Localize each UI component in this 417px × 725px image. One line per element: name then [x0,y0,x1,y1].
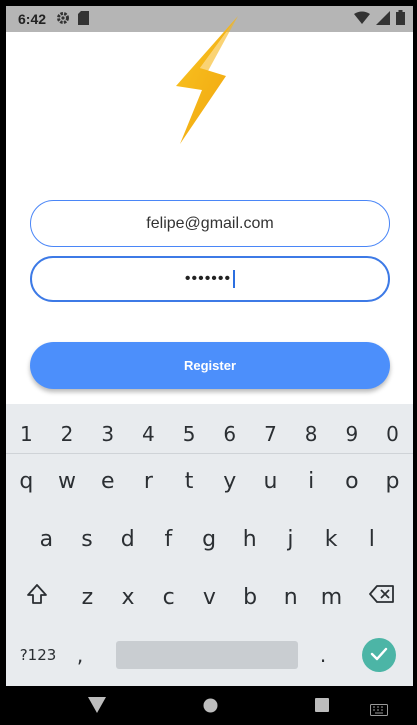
key-u[interactable]: u [250,469,291,494]
keyboard-row-4: ?123 , . [6,630,413,680]
key-l[interactable]: l [352,527,393,552]
key-h[interactable]: h [229,527,270,552]
key-c[interactable]: c [148,585,189,610]
key-x[interactable]: x [108,585,149,610]
key-m[interactable]: m [311,585,352,610]
key-s[interactable]: s [67,527,108,552]
home-icon[interactable] [203,698,218,718]
signal-icon [376,10,390,28]
keyboard-switch-icon[interactable] [370,703,388,721]
soft-keyboard: 1 2 3 4 5 6 7 8 9 0 q w e r t y u i o p … [6,404,413,686]
register-button[interactable]: Register [30,342,390,389]
key-w[interactable]: w [47,469,88,494]
system-navigation-bar [6,686,413,725]
key-p[interactable]: p [372,469,413,494]
key-j[interactable]: j [270,527,311,552]
email-value: felipe@gmail.com [146,214,274,232]
back-icon[interactable] [88,697,106,718]
key-t[interactable]: t [169,469,210,494]
key-r[interactable]: r [128,469,169,494]
period-key[interactable]: . [298,643,348,667]
key-9[interactable]: 9 [332,422,373,446]
key-e[interactable]: e [87,469,128,494]
symbols-key[interactable]: ?123 [6,646,70,664]
key-g[interactable]: g [189,527,230,552]
device-screen: 6:42 felipe@gmail.com ••••••• Register 1… [6,6,413,725]
enter-key[interactable] [362,638,396,672]
key-i[interactable]: i [291,469,332,494]
keyboard-row-1: q w e r t y u i o p [6,456,413,506]
key-k[interactable]: k [311,527,352,552]
check-icon [370,646,388,665]
key-v[interactable]: v [189,585,230,610]
key-8[interactable]: 8 [291,422,332,446]
key-d[interactable]: d [107,527,148,552]
text-cursor [233,270,236,288]
key-n[interactable]: n [270,585,311,610]
status-time: 6:42 [18,11,47,27]
shift-icon [26,583,48,611]
lightning-logo-icon [176,16,244,144]
register-button-label: Register [183,358,237,373]
overview-icon[interactable] [315,698,329,717]
backspace-icon [369,584,395,610]
keyboard-number-row: 1 2 3 4 5 6 7 8 9 0 [6,414,413,454]
status-icons-left [56,10,90,28]
wifi-icon [354,11,370,28]
key-a[interactable]: a [26,527,67,552]
settings-icon [56,11,70,28]
key-6[interactable]: 6 [209,422,250,446]
key-3[interactable]: 3 [87,422,128,446]
key-1[interactable]: 1 [6,422,47,446]
key-4[interactable]: 4 [128,422,169,446]
sd-card-icon [78,10,90,28]
backspace-key[interactable] [352,584,413,610]
keyboard-row-2: a s d f g h j k l [6,514,413,564]
key-f[interactable]: f [148,527,189,552]
battery-icon [396,10,405,28]
key-2[interactable]: 2 [47,422,88,446]
key-q[interactable]: q [6,469,47,494]
key-b[interactable]: b [230,585,271,610]
key-7[interactable]: 7 [250,422,291,446]
keyboard-row-3: z x c v b n m [6,572,413,622]
comma-key[interactable]: , [70,643,90,667]
key-5[interactable]: 5 [169,422,210,446]
email-field[interactable]: felipe@gmail.com [30,200,390,247]
key-y[interactable]: y [209,469,250,494]
password-value: ••••••• [184,270,232,287]
shift-key[interactable] [6,583,67,611]
key-0[interactable]: 0 [372,422,413,446]
key-z[interactable]: z [67,585,108,610]
key-o[interactable]: o [332,469,373,494]
password-field[interactable]: ••••••• [30,256,390,302]
status-icons-right [354,10,405,28]
space-key[interactable] [116,641,298,669]
